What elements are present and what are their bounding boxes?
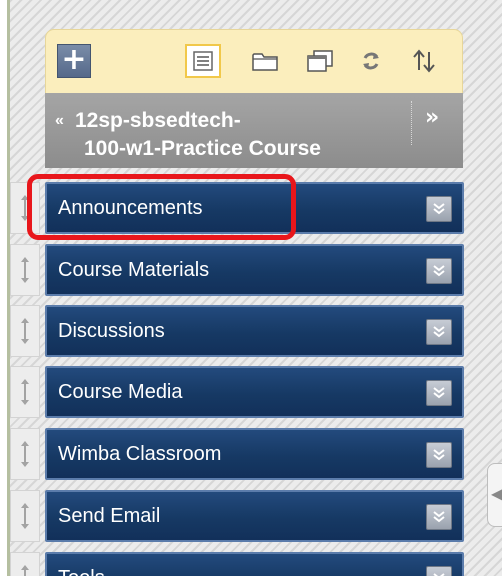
- folder-icon[interactable]: [247, 44, 283, 78]
- menu-item-tools: Tools: [10, 552, 464, 576]
- wimba-classroom-button[interactable]: Wimba Classroom: [45, 428, 464, 480]
- chevron-down-icon[interactable]: [426, 319, 452, 345]
- chevron-left-icon: ◀: [491, 484, 502, 503]
- chevron-down-icon[interactable]: [426, 566, 452, 576]
- chevron-down-icon[interactable]: [426, 258, 452, 284]
- header-divider: [411, 101, 412, 145]
- menu-item-label: Announcements: [58, 197, 203, 219]
- menu-item-wimba-classroom: Wimba Classroom: [10, 428, 464, 480]
- menu-item-label: Tools: [58, 566, 105, 576]
- left-frame-edge: [0, 0, 10, 576]
- drag-handle-icon[interactable]: [10, 305, 40, 357]
- drag-handle-icon[interactable]: [10, 366, 40, 418]
- announcements-button[interactable]: Announcements: [45, 182, 464, 234]
- expand-menu-button[interactable]: »: [425, 105, 439, 130]
- collapse-chevron-icon[interactable]: «: [55, 107, 75, 135]
- menu-item-label: Course Media: [58, 381, 183, 403]
- course-title-line2: 100-w1-Practice Course: [84, 137, 321, 160]
- drag-handle-icon[interactable]: [10, 552, 40, 576]
- menu-item-announcements: Announcements: [10, 182, 464, 234]
- course-media-button[interactable]: Course Media: [45, 366, 464, 418]
- chevron-down-icon[interactable]: [426, 380, 452, 406]
- drag-handle-icon[interactable]: [10, 182, 40, 234]
- chevron-down-icon[interactable]: [426, 442, 452, 468]
- drag-handle-icon[interactable]: [10, 428, 40, 480]
- panel-collapse-tab[interactable]: ◀: [487, 463, 502, 527]
- send-email-button[interactable]: Send Email: [45, 490, 464, 542]
- course-materials-button[interactable]: Course Materials: [45, 244, 464, 296]
- refresh-icon[interactable]: [353, 44, 389, 78]
- add-menu-item-button[interactable]: +: [57, 44, 91, 78]
- discussions-button[interactable]: Discussions: [45, 305, 464, 357]
- menu-item-label: Discussions: [58, 320, 165, 342]
- menu-item-label: Wimba Classroom: [58, 443, 222, 465]
- course-title-line1: 12sp-sbsedtech-: [75, 109, 241, 132]
- course-title[interactable]: «12sp-sbsedtech- 100-w1-Practice Course: [55, 107, 385, 163]
- course-title-header: «12sp-sbsedtech- 100-w1-Practice Course …: [45, 93, 463, 168]
- menu-item-label: Send Email: [58, 505, 161, 527]
- drag-handle-icon[interactable]: [10, 490, 40, 542]
- menu-item-discussions: Discussions: [10, 305, 464, 357]
- menu-item-course-media: Course Media: [10, 366, 464, 418]
- menu-item-label: Course Materials: [58, 259, 210, 281]
- tools-button[interactable]: Tools: [45, 552, 464, 576]
- drag-handle-icon[interactable]: [10, 244, 40, 296]
- course-menu-toolbar: +: [45, 29, 463, 93]
- chevron-down-icon[interactable]: [426, 504, 452, 530]
- window-icon[interactable]: [302, 44, 338, 78]
- chevron-down-icon[interactable]: [426, 196, 452, 222]
- menu-item-send-email: Send Email: [10, 490, 464, 542]
- menu-item-course-materials: Course Materials: [10, 244, 464, 296]
- list-view-icon[interactable]: [185, 44, 221, 78]
- sort-icon[interactable]: [406, 44, 442, 78]
